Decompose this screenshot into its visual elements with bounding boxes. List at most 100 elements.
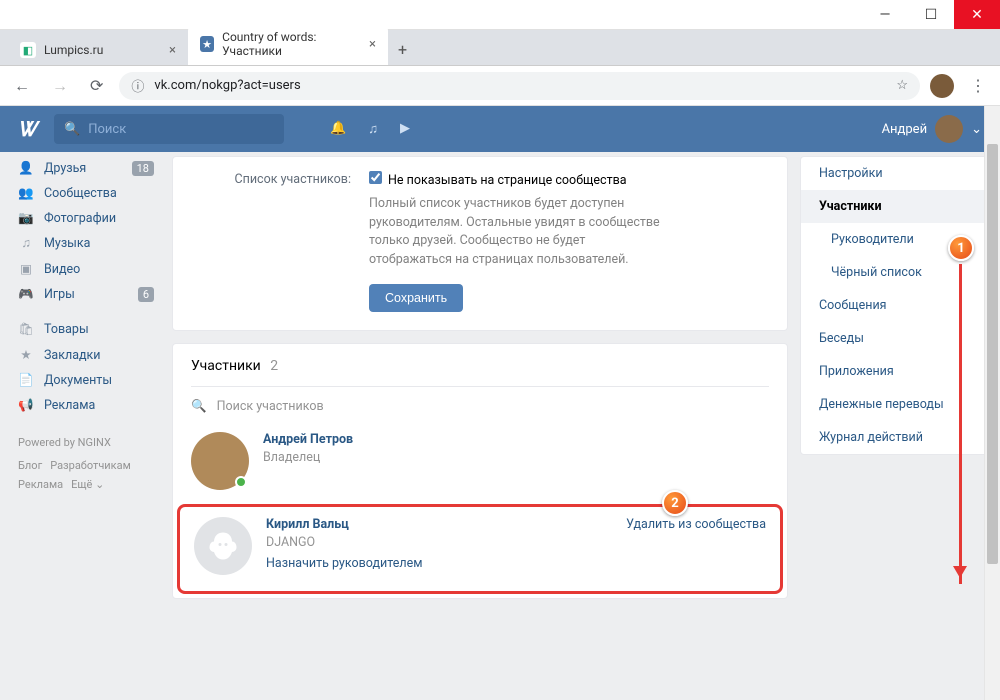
setting-description: Полный список участников будет доступен … <box>369 195 669 270</box>
music-icon[interactable]: ♫ <box>368 121 378 137</box>
video-icon[interactable]: ▶ <box>400 121 410 137</box>
close-icon[interactable]: × <box>369 37 376 52</box>
browser-menu-button[interactable]: ⋮ <box>964 72 992 99</box>
vk-logo[interactable]: Ꮤ <box>18 117 36 141</box>
video-icon: ▣ <box>18 261 34 277</box>
checkbox-input[interactable] <box>369 171 382 184</box>
vk-user-menu[interactable]: Андрей ⌄ <box>882 115 982 143</box>
communities-icon: 👥 <box>18 186 34 201</box>
window-titlebar: — ☐ ✕ <box>0 0 1000 30</box>
footer-ads-link[interactable]: Реклама <box>18 478 63 491</box>
powered-by-text: Powered by NGINX <box>18 436 168 449</box>
tab-title: Lumpics.ru <box>44 43 103 57</box>
browser-tab-lumpics[interactable]: ◧ Lumpics.ru × <box>8 35 188 65</box>
menu-activity-log[interactable]: Журнал действий <box>801 421 999 454</box>
save-button[interactable]: Сохранить <box>369 284 463 312</box>
star-icon: ★ <box>18 347 34 363</box>
browser-tab-vk[interactable]: ★ Country of words: Участники × <box>188 23 388 65</box>
search-icon: 🔍 <box>191 399 207 414</box>
member-name-link[interactable]: Кирилл Вальц <box>266 517 612 532</box>
browser-tab-strip: ◧ Lumpics.ru × ★ Country of words: Участ… <box>0 30 1000 66</box>
remove-member-link[interactable]: Удалить из сообщества <box>626 517 766 532</box>
address-bar[interactable]: ⓘ vk.com/nokgp?act=users ☆ <box>119 72 920 100</box>
online-indicator-icon <box>235 476 247 488</box>
notifications-icon[interactable]: 🔔 <box>330 121 346 137</box>
right-sidebar: Настройки Участники Руководители Чёрный … <box>800 156 1000 700</box>
members-card: Участники 2 🔍 Поиск участников Андрей Пе… <box>172 343 788 599</box>
menu-members[interactable]: Участники <box>801 190 999 223</box>
menu-conversations[interactable]: Беседы <box>801 322 999 355</box>
browser-toolbar: ← → ⟳ ⓘ vk.com/nokgp?act=users ☆ ⋮ <box>0 66 1000 106</box>
footer-blog-link[interactable]: Блог <box>18 459 42 472</box>
footer-more-link[interactable]: Ещё ⌄ <box>71 478 104 491</box>
nav-reload-button[interactable]: ⟳ <box>84 72 109 99</box>
member-role: Владелец <box>263 450 769 465</box>
window-maximize-button[interactable]: ☐ <box>908 0 954 29</box>
window-minimize-button[interactable]: — <box>862 0 908 29</box>
avatar <box>935 115 963 143</box>
close-icon[interactable]: × <box>169 43 176 58</box>
nav-friends[interactable]: 👤Друзья18 <box>18 156 168 181</box>
left-sidebar: 👤Друзья18 👥Сообщества 📷Фотографии ♫Музык… <box>0 156 168 700</box>
member-name-link[interactable]: Андрей Петров <box>263 432 769 447</box>
url-text: vk.com/nokgp?act=users <box>154 78 300 93</box>
annotation-callout-2: 2 <box>662 490 688 516</box>
menu-payments[interactable]: Денежные переводы <box>801 388 999 421</box>
menu-apps[interactable]: Приложения <box>801 355 999 388</box>
nav-forward-button[interactable]: → <box>46 72 74 100</box>
annotation-callout-1: 1 <box>948 235 974 261</box>
member-row-owner: Андрей Петров Владелец <box>191 418 769 504</box>
vk-user-name: Андрей <box>882 122 928 137</box>
camera-icon: 📷 <box>18 211 34 226</box>
tab-title: Country of words: Участники <box>222 30 361 58</box>
menu-settings[interactable]: Настройки <box>801 157 999 190</box>
annotation-arrow <box>959 264 962 584</box>
menu-blacklist[interactable]: Чёрный список <box>801 256 999 289</box>
nav-documents[interactable]: 📄Документы <box>18 368 168 393</box>
nav-photos[interactable]: 📷Фотографии <box>18 206 168 231</box>
members-section-title: Участники 2 <box>191 358 769 387</box>
members-list-label: Список участников: <box>191 171 351 270</box>
menu-messages[interactable]: Сообщения <box>801 289 999 322</box>
settings-card: Список участников: Не показывать на стра… <box>172 156 788 331</box>
member-avatar[interactable] <box>191 432 249 490</box>
nav-bookmarks[interactable]: ★Закладки <box>18 342 168 368</box>
settings-menu: Настройки Участники Руководители Чёрный … <box>800 156 1000 455</box>
highlighted-member-row: Кирилл Вальц DJANGO Назначить руководите… <box>177 504 783 594</box>
nav-video[interactable]: ▣Видео <box>18 256 168 282</box>
document-icon: 📄 <box>18 373 34 388</box>
hide-members-checkbox[interactable]: Не показывать на странице сообщества <box>369 173 627 188</box>
nav-back-button[interactable]: ← <box>8 72 36 100</box>
vk-search-input[interactable]: 🔍 Поиск <box>54 114 284 144</box>
games-icon: 🎮 <box>18 287 34 302</box>
search-placeholder: Поиск <box>88 122 126 137</box>
page-body: 👤Друзья18 👥Сообщества 📷Фотографии ♫Музык… <box>0 152 1000 700</box>
main-column: Список участников: Не показывать на стра… <box>168 156 800 700</box>
footer-devs-link[interactable]: Разработчикам <box>50 459 131 472</box>
new-tab-button[interactable]: + <box>388 34 417 65</box>
nav-market[interactable]: 🛍Товары <box>18 317 168 342</box>
member-avatar[interactable] <box>194 517 252 575</box>
vk-header: Ꮤ 🔍 Поиск 🔔 ♫ ▶ Андрей ⌄ <box>0 106 1000 152</box>
favicon-icon: ◧ <box>20 42 36 58</box>
browser-profile-avatar[interactable] <box>930 74 954 98</box>
site-info-icon[interactable]: ⓘ <box>131 76 144 95</box>
search-icon: 🔍 <box>64 122 80 137</box>
favicon-icon: ★ <box>200 36 214 52</box>
music-icon: ♫ <box>18 236 34 251</box>
scrollbar-thumb[interactable] <box>987 144 998 564</box>
chevron-down-icon: ⌄ <box>971 122 982 137</box>
nav-games[interactable]: 🎮Игры6 <box>18 282 168 307</box>
page-scrollbar[interactable] <box>984 106 1000 700</box>
search-placeholder: Поиск участников <box>217 399 324 414</box>
friends-icon: 👤 <box>18 161 34 176</box>
assign-admin-link[interactable]: Назначить руководителем <box>266 556 612 571</box>
nav-communities[interactable]: 👥Сообщества <box>18 181 168 206</box>
nav-music[interactable]: ♫Музыка <box>18 231 168 256</box>
footer-links: Блог Разработчикам Реклама Ещё ⌄ <box>18 457 168 494</box>
window-close-button[interactable]: ✕ <box>954 0 1000 29</box>
bookmark-icon[interactable]: ☆ <box>896 78 908 93</box>
members-search-input[interactable]: 🔍 Поиск участников <box>191 387 769 418</box>
member-role: DJANGO <box>266 535 612 550</box>
nav-ads[interactable]: 📢Реклама <box>18 393 168 418</box>
